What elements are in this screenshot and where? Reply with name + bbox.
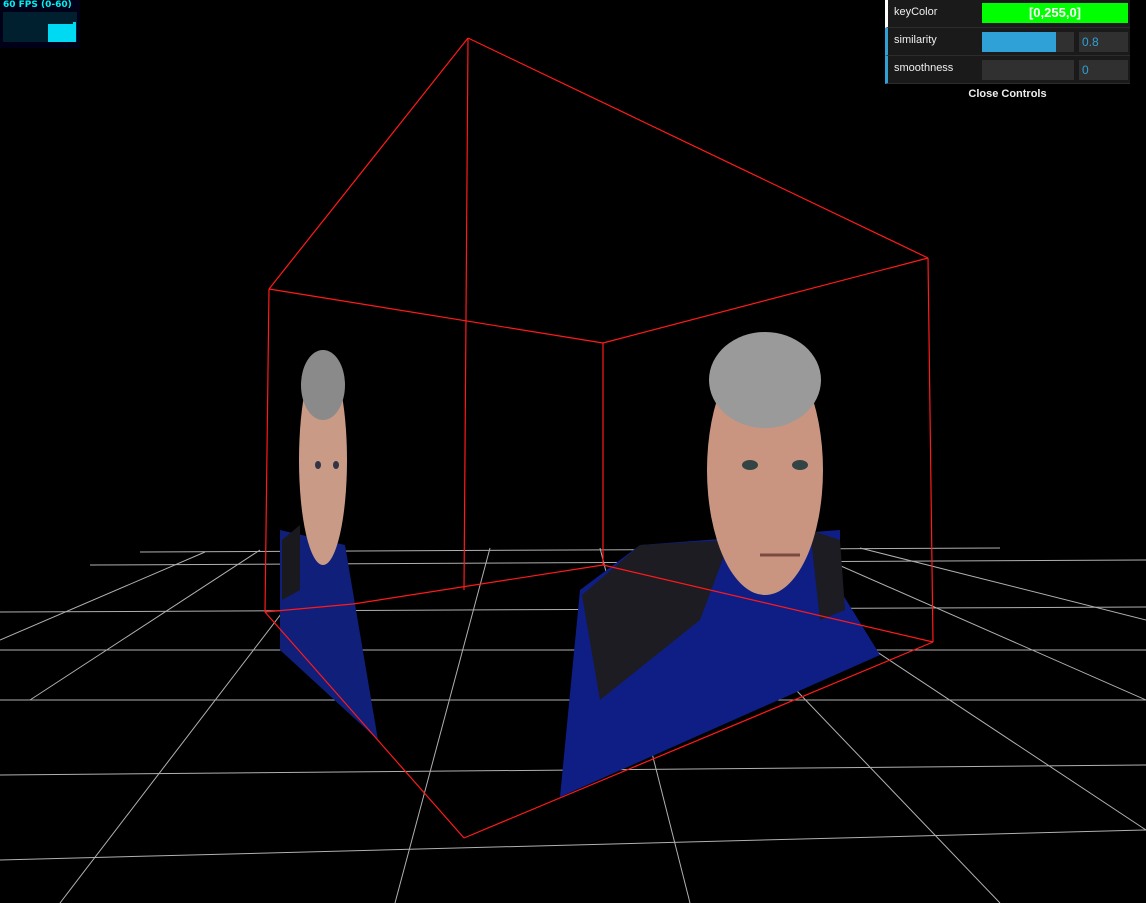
fps-label: 60 FPS (0-60) — [3, 0, 72, 10]
smoothness-input[interactable]: 0 — [1079, 60, 1128, 80]
smoothness-slider[interactable] — [982, 60, 1074, 80]
fps-graph-bar — [48, 24, 73, 42]
fps-graph-bar — [73, 22, 76, 42]
fps-graph — [3, 12, 77, 42]
keycolor-picker[interactable]: [0,255,0] — [982, 3, 1128, 23]
similarity-input[interactable]: 0.8 — [1079, 32, 1128, 52]
similarity-slider[interactable] — [982, 32, 1074, 52]
keycolor-control: keyColor [0,255,0] — [885, 0, 1130, 28]
keycolor-label: keyColor — [894, 6, 938, 18]
similarity-control: similarity 0.8 — [885, 28, 1130, 56]
3d-viewport[interactable] — [0, 0, 1146, 903]
close-controls-button[interactable]: Close Controls — [885, 84, 1130, 104]
smoothness-control: smoothness 0 — [885, 56, 1130, 84]
controls-panel: keyColor [0,255,0] similarity 0.8 smooth… — [885, 0, 1130, 104]
similarity-slider-fill — [982, 32, 1056, 52]
fps-stats-panel[interactable]: 60 FPS (0-60) — [0, 0, 80, 48]
similarity-label: similarity — [894, 34, 937, 46]
smoothness-label: smoothness — [894, 62, 954, 74]
video-plane-left — [280, 350, 378, 740]
